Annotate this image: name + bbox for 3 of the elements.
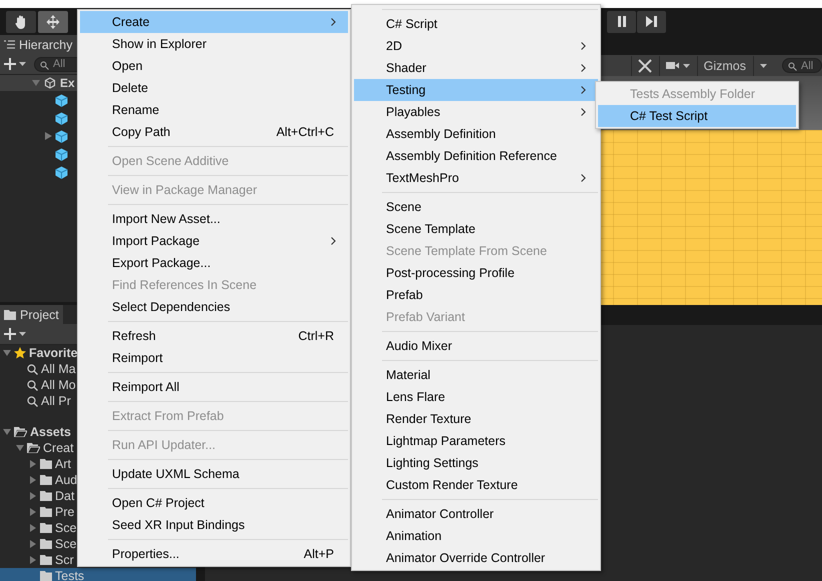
shortcut-label: Alt+P xyxy=(304,547,334,561)
shortcut-label: Ctrl+R xyxy=(298,329,334,343)
shortcut-label: Alt+Ctrl+C xyxy=(276,125,334,139)
